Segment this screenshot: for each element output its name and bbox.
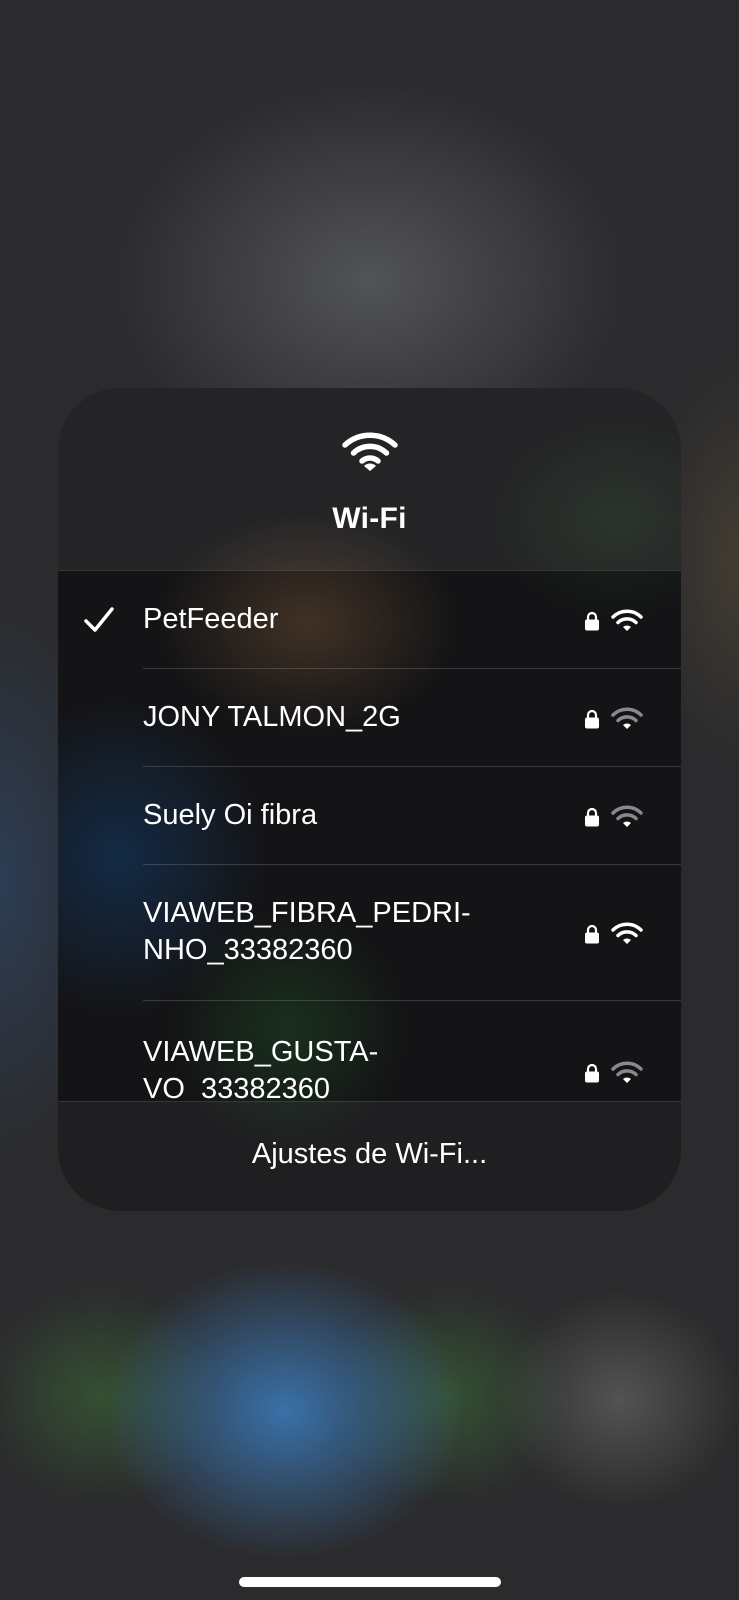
network-row[interactable]: PetFeeder [58, 571, 681, 669]
network-name: VIAWEB_GUSTA- VO_33382360 [143, 1036, 379, 1101]
wifi-signal-icon [611, 609, 643, 631]
checkmark-icon [84, 607, 114, 632]
network-name: Suely Oi fibra [143, 799, 318, 831]
wifi-signal-icon [611, 707, 643, 729]
wifi-settings-button[interactable]: Ajustes de Wi-Fi... [58, 1102, 681, 1211]
network-row[interactable]: VIAWEB_FIBRA_PEDRI- NHO_33382360 [58, 865, 681, 1001]
lock-icon [585, 709, 599, 729]
lock-icon [585, 1063, 599, 1083]
network-row[interactable]: Suely Oi fibra [58, 767, 681, 865]
network-list: PetFeeder JONY TALMON_2G Suely Oi fibra … [58, 571, 681, 1101]
wifi-settings-label: Ajustes de Wi-Fi... [251, 1138, 488, 1170]
wifi-icon [342, 432, 398, 471]
network-name: JONY TALMON_2G [143, 701, 401, 733]
panel-header: Wi-Fi [58, 388, 681, 570]
wifi-signal-icon [611, 805, 643, 827]
network-row[interactable]: VIAWEB_GUSTA- VO_33382360 [58, 1001, 681, 1101]
network-row[interactable]: JONY TALMON_2G [58, 669, 681, 767]
lock-icon [585, 611, 599, 631]
network-name: VIAWEB_FIBRA_PEDRI- NHO_33382360 [143, 897, 471, 966]
wifi-signal-icon [611, 922, 643, 944]
lock-icon [585, 807, 599, 827]
lock-icon [585, 924, 599, 944]
wifi-menu-panel: Wi-Fi PetFeeder JONY TALMON_2G Suely Oi … [58, 388, 681, 1211]
panel-title: Wi-Fi [332, 502, 407, 535]
home-indicator[interactable] [239, 1577, 501, 1587]
wifi-signal-icon [611, 1061, 643, 1083]
network-name: PetFeeder [143, 603, 279, 635]
